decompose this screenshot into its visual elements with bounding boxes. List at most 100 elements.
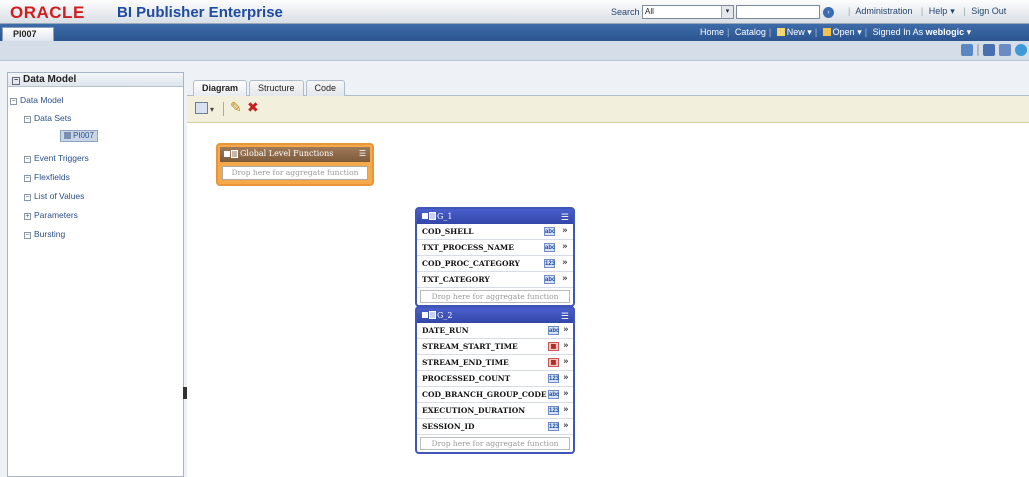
column-row[interactable]: COD_PROC_CATEGORY 123 » bbox=[417, 256, 573, 272]
collapse-icon[interactable]: − bbox=[24, 194, 31, 201]
tree-item-label: Bursting bbox=[34, 229, 66, 239]
save-icon[interactable] bbox=[983, 44, 995, 56]
column-row[interactable]: PROCESSED_COUNT 123» bbox=[417, 371, 573, 387]
link-arrow-icon[interactable]: » bbox=[563, 371, 569, 386]
collapse-icon[interactable]: − bbox=[10, 98, 17, 105]
link-arrow-icon[interactable]: » bbox=[563, 403, 569, 418]
column-name: COD_PROC_CATEGORY bbox=[422, 259, 520, 268]
group-title: G_2 bbox=[437, 311, 453, 320]
spacer bbox=[977, 44, 979, 56]
search-go-icon[interactable]: › bbox=[823, 7, 834, 18]
group-g2[interactable]: G_2 ☰ DATE_RUN abc» STREAM_START_TIME ▦» STREA… bbox=[415, 306, 575, 454]
collapse-icon[interactable] bbox=[422, 312, 428, 318]
tree-item-event-triggers[interactable]: − Event Triggers bbox=[24, 153, 89, 163]
link-arrow-icon[interactable]: » bbox=[563, 419, 569, 434]
data-set-node[interactable]: PI007 bbox=[60, 130, 98, 142]
column-name: SESSION_ID bbox=[422, 422, 475, 431]
product-title: BI Publisher Enterprise bbox=[117, 4, 283, 21]
save-as-icon[interactable] bbox=[999, 44, 1011, 56]
new-data-set-icon[interactable] bbox=[195, 102, 208, 114]
link-arrow-icon[interactable]: » bbox=[563, 323, 569, 338]
tree-item-list-of-values[interactable]: − List of Values bbox=[24, 191, 84, 201]
collapse-icon[interactable]: − bbox=[24, 175, 31, 182]
column-name: PROCESSED_COUNT bbox=[422, 374, 511, 383]
aggregate-drop-zone[interactable]: Drop here for aggregate function bbox=[420, 437, 570, 450]
global-functions-title: Global Level Functions bbox=[240, 149, 334, 158]
aggregate-drop-zone[interactable]: Drop here for aggregate function bbox=[222, 166, 368, 180]
group-header[interactable]: G_2 ☰ bbox=[417, 308, 573, 323]
catalog-link[interactable]: Catalog bbox=[735, 27, 766, 37]
group-header[interactable]: G_1 ☰ bbox=[417, 209, 573, 224]
tree-item-label: Flexfields bbox=[34, 172, 70, 182]
aggregate-drop-zone[interactable]: Drop here for aggregate function bbox=[420, 290, 570, 303]
toolbar-icons bbox=[961, 44, 1027, 56]
num-type-icon: 123 bbox=[544, 259, 556, 268]
column-name: TXT_CATEGORY bbox=[422, 275, 490, 284]
search-scope-select[interactable]: All ▾ bbox=[642, 5, 734, 19]
link-arrow-icon[interactable]: » bbox=[562, 224, 568, 239]
sign-out-link[interactable]: Sign Out bbox=[971, 6, 1006, 16]
collapse-icon[interactable]: − bbox=[24, 156, 31, 163]
column-row[interactable]: TXT_PROCESS_NAME abc » bbox=[417, 240, 573, 256]
help-link[interactable]: Help bbox=[929, 6, 948, 16]
tree-item-label: Data Sets bbox=[34, 113, 72, 123]
edit-icon[interactable]: ✎ bbox=[230, 100, 242, 114]
collapse-icon[interactable]: − bbox=[12, 77, 20, 85]
chevron-down-icon[interactable]: ▾ bbox=[210, 103, 214, 116]
chevron-down-icon[interactable]: ▾ bbox=[721, 6, 733, 18]
collapse-icon[interactable] bbox=[422, 213, 428, 219]
chevron-down-icon: ▾ bbox=[804, 27, 812, 37]
tree-root[interactable]: − Data Model bbox=[10, 95, 63, 105]
link-arrow-icon[interactable]: » bbox=[563, 387, 569, 402]
help-icon[interactable] bbox=[1015, 44, 1027, 56]
expand-icon[interactable]: + bbox=[24, 213, 31, 220]
column-row[interactable]: STREAM_END_TIME ▦ » bbox=[417, 355, 573, 371]
run-icon[interactable] bbox=[961, 44, 973, 56]
collapse-icon[interactable]: − bbox=[24, 116, 31, 123]
home-link[interactable]: Home bbox=[700, 27, 724, 37]
tree-item-flexfields[interactable]: − Flexfields bbox=[24, 172, 70, 182]
signed-in-label: Signed In As bbox=[872, 27, 924, 37]
column-name: STREAM_END_TIME bbox=[422, 358, 509, 367]
tree-item-label: List of Values bbox=[34, 191, 85, 201]
document-tab[interactable]: PI007 bbox=[2, 27, 54, 41]
column-row[interactable]: DATE_RUN abc» bbox=[417, 323, 573, 339]
link-arrow-icon[interactable]: » bbox=[562, 256, 568, 271]
tab-code[interactable]: Code bbox=[305, 80, 346, 96]
open-menu[interactable]: Open bbox=[833, 27, 855, 37]
search-input[interactable] bbox=[736, 5, 820, 19]
column-row[interactable]: EXECUTION_DURATION 123» bbox=[417, 403, 573, 419]
chevron-down-icon: ▾ bbox=[950, 6, 955, 16]
column-row[interactable]: COD_BRANCH_GROUP_CODE abc» bbox=[417, 387, 573, 403]
link-arrow-icon[interactable]: » bbox=[563, 339, 569, 354]
dataset-icon bbox=[64, 132, 71, 139]
user-menu[interactable]: weblogic bbox=[926, 27, 965, 37]
group-g1[interactable]: G_1 ☰ COD_SHELL abc» TXT_PROCESS_NAME abc» COD… bbox=[415, 207, 575, 307]
global-functions-header[interactable]: Global Level Functions ☰ bbox=[220, 147, 370, 162]
tree-item-bursting[interactable]: − Bursting bbox=[24, 229, 65, 239]
link-arrow-icon[interactable]: » bbox=[562, 272, 568, 287]
tab-structure[interactable]: Structure bbox=[249, 80, 304, 96]
tree-item-parameters[interactable]: + Parameters bbox=[24, 210, 78, 220]
column-row[interactable]: TXT_CATEGORY abc » bbox=[417, 272, 573, 288]
tree-item-data-sets[interactable]: − Data Sets bbox=[24, 113, 71, 123]
tab-diagram[interactable]: Diagram bbox=[193, 80, 248, 96]
link-arrow-icon[interactable]: » bbox=[562, 240, 568, 255]
new-menu[interactable]: New bbox=[787, 27, 805, 37]
column-row[interactable]: COD_SHELL abc » bbox=[417, 224, 573, 240]
num-type-icon: 123 bbox=[548, 422, 560, 431]
link-arrow-icon[interactable]: » bbox=[563, 355, 569, 370]
tree-root-label: Data Model bbox=[20, 95, 64, 105]
global-level-functions[interactable]: Global Level Functions ☰ Drop here for a… bbox=[216, 143, 374, 186]
diagram-toolbar: ▾ ✎ ✖ bbox=[187, 96, 1029, 123]
collapse-icon[interactable]: − bbox=[24, 232, 31, 239]
administration-link[interactable]: Administration bbox=[855, 6, 912, 16]
column-row[interactable]: SESSION_ID 123» bbox=[417, 419, 573, 435]
group-title: G_1 bbox=[437, 212, 453, 221]
menu-icon[interactable]: ☰ bbox=[359, 147, 366, 161]
collapse-icon[interactable] bbox=[224, 151, 230, 157]
page-toolbar bbox=[0, 41, 1029, 61]
new-icon bbox=[776, 28, 785, 36]
column-row[interactable]: STREAM_START_TIME ▦ » bbox=[417, 339, 573, 355]
delete-icon[interactable]: ✖ bbox=[247, 100, 259, 114]
